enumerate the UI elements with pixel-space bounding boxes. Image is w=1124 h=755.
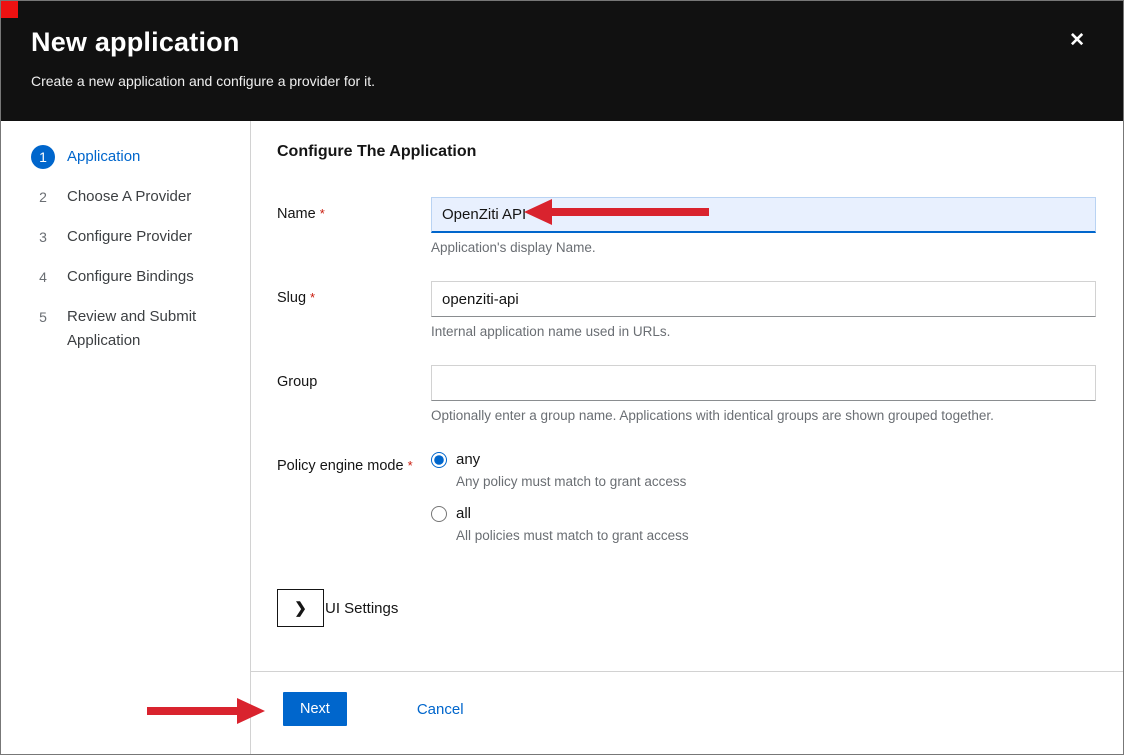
- wizard-step-configure-bindings[interactable]: 4 Configure Bindings: [31, 265, 236, 289]
- name-helper: Application's display Name.: [431, 240, 1096, 255]
- modal-title: New application: [31, 27, 1087, 58]
- step-label: Application: [67, 145, 140, 169]
- close-icon: ✕: [1069, 30, 1085, 51]
- wizard-step-application[interactable]: 1 Application: [31, 145, 236, 169]
- modal-body: 1 Application 2 Choose A Provider 3 Conf…: [1, 121, 1123, 755]
- step-number: 1: [31, 145, 55, 169]
- next-button[interactable]: Next: [283, 692, 347, 726]
- group-label: Group: [277, 365, 431, 423]
- wizard-main: Configure The Application Name* Applicat…: [251, 121, 1123, 755]
- policy-mode-all-radio[interactable]: [431, 506, 447, 522]
- wizard-step-configure-provider[interactable]: 3 Configure Provider: [31, 225, 236, 249]
- slug-helper: Internal application name used in URLs.: [431, 324, 1096, 339]
- red-corner-marker: [1, 1, 18, 18]
- step-number: 5: [31, 305, 55, 329]
- policy-mode-all-option: all: [431, 503, 1096, 522]
- form-content: Configure The Application Name* Applicat…: [251, 121, 1123, 671]
- name-field-row: Name* Application's display Name.: [277, 197, 1096, 255]
- group-input[interactable]: [431, 365, 1096, 401]
- wizard-step-review-and-submit[interactable]: 5 Review and Submit Application: [31, 305, 236, 353]
- step-label: Choose A Provider: [67, 185, 191, 209]
- slug-input[interactable]: [431, 281, 1096, 317]
- policy-mode-any-helper: Any policy must match to grant access: [456, 474, 1096, 489]
- ui-settings-label: UI Settings: [325, 600, 398, 617]
- form-heading: Configure The Application: [277, 143, 1096, 161]
- chevron-right-icon: ❯: [294, 600, 307, 617]
- step-number: 2: [31, 185, 55, 209]
- step-label: Configure Bindings: [67, 265, 194, 289]
- slug-field-row: Slug* Internal application name used in …: [277, 281, 1096, 339]
- step-number: 3: [31, 225, 55, 249]
- name-label: Name*: [277, 197, 431, 255]
- modal-header: New application Create a new application…: [1, 1, 1123, 121]
- modal-description: Create a new application and configure a…: [31, 73, 1087, 89]
- step-label: Configure Provider: [67, 225, 192, 249]
- wizard-step-choose-a-provider[interactable]: 2 Choose A Provider: [31, 185, 236, 209]
- slug-label: Slug*: [277, 281, 431, 339]
- policy-mode-any-option: any: [431, 449, 1096, 468]
- policy-engine-mode-label: Policy engine mode*: [277, 449, 431, 557]
- new-application-modal: New application Create a new application…: [0, 0, 1124, 755]
- ui-settings-toggle-button[interactable]: ❯: [277, 589, 324, 627]
- required-marker: *: [310, 290, 315, 305]
- policy-mode-any-radio[interactable]: [431, 452, 447, 468]
- policy-mode-all-label[interactable]: all: [456, 505, 471, 522]
- policy-mode-all-helper: All policies must match to grant access: [456, 528, 1096, 543]
- ui-settings-expander: ❯ UI Settings: [277, 589, 1096, 627]
- close-button[interactable]: ✕: [1069, 31, 1085, 50]
- wizard-sidebar: 1 Application 2 Choose A Provider 3 Conf…: [1, 121, 251, 755]
- policy-engine-mode-row: Policy engine mode* any Any policy must …: [277, 449, 1096, 557]
- step-label: Review and Submit Application: [67, 305, 236, 353]
- modal-footer: Next Cancel: [251, 671, 1123, 755]
- group-helper: Optionally enter a group name. Applicati…: [431, 408, 1096, 423]
- required-marker: *: [408, 458, 413, 473]
- required-marker: *: [320, 206, 325, 221]
- group-field-row: Group Optionally enter a group name. App…: [277, 365, 1096, 423]
- policy-mode-any-label[interactable]: any: [456, 451, 480, 468]
- cancel-button[interactable]: Cancel: [417, 692, 464, 718]
- step-number: 4: [31, 265, 55, 289]
- name-input[interactable]: [431, 197, 1096, 233]
